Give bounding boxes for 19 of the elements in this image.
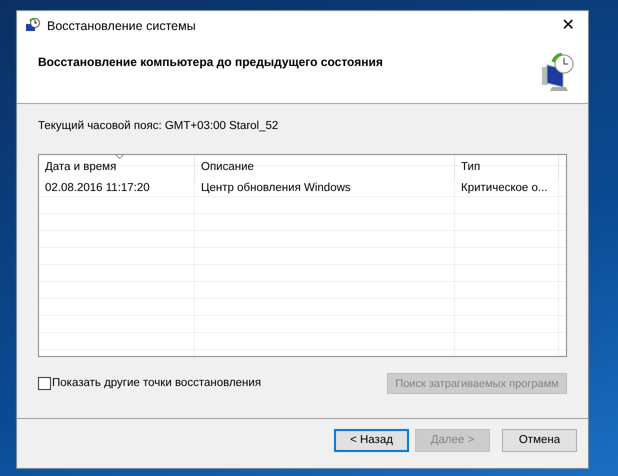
table-cell[interactable]: Центр обновления Windows [195, 180, 455, 198]
column-header[interactable]: Тип [461, 159, 480, 176]
header-cell[interactable]: Дата и время [39, 155, 195, 180]
sort-icon [115, 155, 124, 160]
column-header[interactable]: Описание [201, 159, 254, 176]
show-more-checkbox[interactable]: Показать другие точки восстановления [38, 375, 262, 392]
timezone-label: Текущий часовой пояс: GMT+03:00 Starol_52 [38, 119, 280, 134]
back-button[interactable]: < Назад [334, 429, 409, 452]
page-heading: Восстановление компьютера до предыдущего состояния [38, 54, 383, 71]
header-cell[interactable]: Описание [195, 155, 455, 180]
restore-icon [25, 18, 41, 34]
table-cell[interactable]: 02.08.2016 11:17:20 [39, 180, 195, 198]
header-cell[interactable]: Тип [455, 155, 559, 180]
window-title: Восстановление системы [47, 18, 197, 35]
cancel-button[interactable]: Отмена [502, 429, 577, 452]
column-header[interactable]: Дата и время [45, 159, 116, 176]
table-cell[interactable]: Критическое о... [455, 180, 559, 198]
restore-monitor-icon [540, 53, 574, 93]
close-button[interactable]: ✕ [548, 11, 588, 41]
